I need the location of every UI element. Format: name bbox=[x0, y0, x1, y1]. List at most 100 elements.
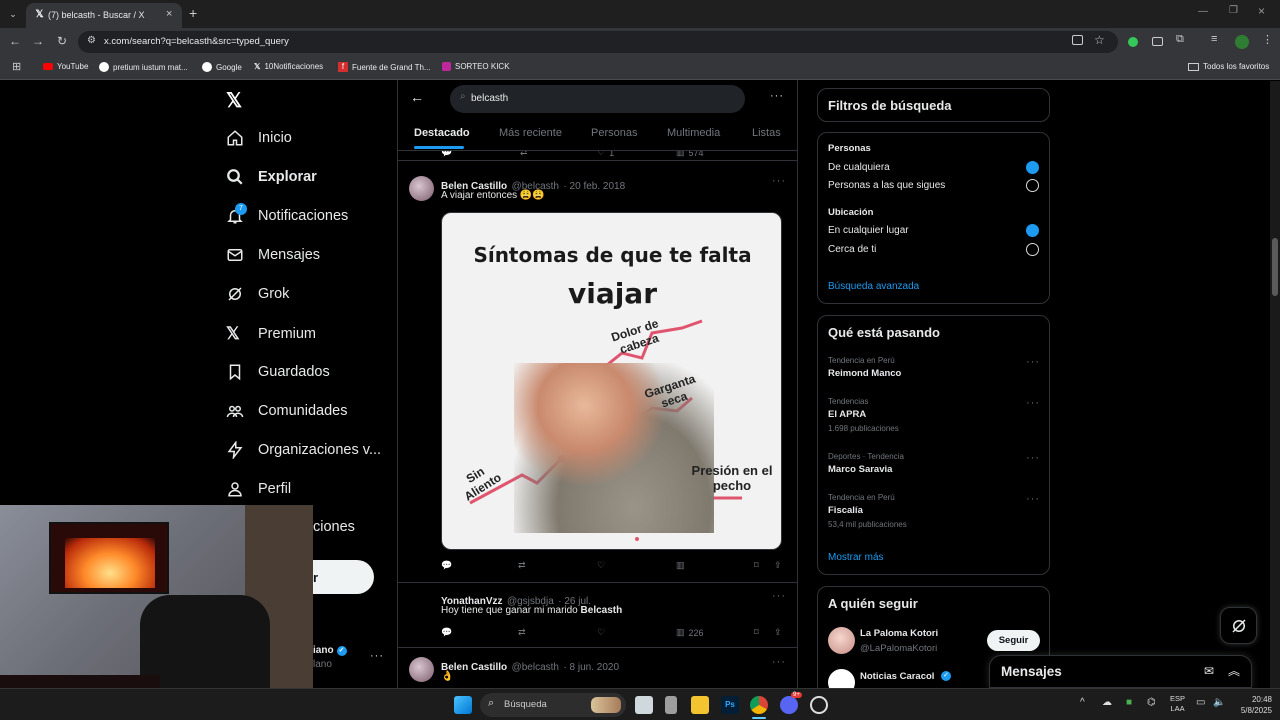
like-button[interactable]: ♡ bbox=[597, 627, 605, 638]
bookmark-fuente[interactable]: f Fuente de Grand Th... bbox=[338, 62, 431, 72]
tweet-more-icon[interactable]: ··· bbox=[772, 175, 786, 187]
views-button[interactable]: ▥ 226 bbox=[676, 627, 704, 638]
nav-communities[interactable]: Comunidades bbox=[226, 402, 347, 420]
like-button[interactable]: ♡ 1 bbox=[597, 151, 614, 158]
profile-avatar-icon[interactable] bbox=[1235, 35, 1249, 49]
nav-bookmarks[interactable]: Guardados bbox=[226, 363, 330, 381]
search-more-icon[interactable]: ··· bbox=[770, 90, 784, 102]
new-message-icon[interactable]: ✉ bbox=[1204, 664, 1214, 678]
bookmark-button[interactable]: ⌑ bbox=[754, 560, 759, 571]
repost-button[interactable]: ⇄ bbox=[518, 627, 526, 638]
nav-premium[interactable]: 𝕏 Premium bbox=[226, 324, 316, 344]
page-scrollbar[interactable] bbox=[1270, 81, 1280, 688]
expand-icon[interactable]: ︽ bbox=[1228, 662, 1240, 679]
install-icon[interactable] bbox=[1072, 35, 1083, 45]
tab-close-icon[interactable]: × bbox=[166, 8, 172, 20]
volume-icon[interactable]: 🔈 bbox=[1213, 697, 1225, 708]
back-arrow-icon[interactable]: ← bbox=[410, 89, 424, 105]
grok-floating-button[interactable] bbox=[1220, 607, 1257, 644]
search-box[interactable]: ⌕ belcasth bbox=[450, 85, 745, 113]
task-view-icon[interactable] bbox=[635, 696, 653, 714]
app-icon[interactable] bbox=[810, 696, 828, 714]
scrollbar-thumb[interactable] bbox=[1272, 238, 1278, 296]
author-handle[interactable]: @belcasth bbox=[512, 662, 559, 673]
show-more-link[interactable]: Mostrar más bbox=[828, 552, 884, 563]
maximize-button[interactable]: ❐ bbox=[1229, 5, 1238, 16]
account-menu-icon[interactable]: ··· bbox=[370, 650, 384, 662]
url-field[interactable]: ⚙ x.com/search?q=belcasth&src=typed_quer… bbox=[78, 31, 1118, 53]
network-icon[interactable]: ⌬ bbox=[1147, 697, 1156, 708]
account-name[interactable]: La Paloma Kotori bbox=[860, 628, 938, 639]
language-indicator[interactable]: ESP LAA bbox=[1170, 694, 1185, 714]
tweet-date[interactable]: · 20 feb. 2018 bbox=[563, 181, 625, 192]
avatar[interactable] bbox=[409, 657, 434, 682]
radio-anywhere[interactable] bbox=[1026, 224, 1039, 237]
onedrive-icon[interactable]: ☁ bbox=[1102, 697, 1112, 708]
tab-featured[interactable]: Destacado bbox=[414, 127, 470, 139]
reply-button[interactable]: 💬 bbox=[441, 560, 452, 571]
trend-item[interactable]: Tendencia en Perú Fiscalía 53,4 mil publ… bbox=[828, 493, 1043, 529]
bookmark-pretium[interactable]: pretium iustum mat... bbox=[99, 62, 188, 72]
repost-button[interactable]: ⇄ bbox=[518, 560, 526, 571]
tab-people[interactable]: Personas bbox=[591, 127, 637, 139]
advanced-search-link[interactable]: Búsqueda avanzada bbox=[828, 281, 919, 292]
site-info-icon[interactable]: ⚙ bbox=[87, 35, 96, 46]
nav-home[interactable]: Inicio bbox=[226, 129, 292, 147]
menu-icon[interactable]: ⋮ bbox=[1262, 33, 1273, 46]
trend-more-icon[interactable]: ··· bbox=[1026, 493, 1040, 505]
nav-organizations[interactable]: Organizaciones v... bbox=[226, 441, 381, 459]
radio-following[interactable] bbox=[1026, 179, 1039, 192]
trend-more-icon[interactable]: ··· bbox=[1026, 452, 1040, 464]
taskbar-search[interactable]: ⌕ Búsqueda bbox=[480, 693, 626, 717]
tweet-more-icon[interactable]: ··· bbox=[772, 656, 786, 668]
share-button[interactable]: ⇪ bbox=[774, 627, 782, 638]
views-button[interactable]: ▥ 574 bbox=[676, 151, 704, 158]
avatar[interactable] bbox=[409, 176, 434, 201]
bookmark-sorteo[interactable]: SORTEO KICK bbox=[442, 62, 510, 71]
reply-icon[interactable]: 💬 bbox=[441, 151, 452, 158]
chrome-icon[interactable] bbox=[750, 696, 768, 714]
nav-notifications[interactable]: 7 Notificaciones bbox=[226, 203, 348, 225]
bookmark-button[interactable]: ⌑ bbox=[754, 627, 759, 638]
avatar[interactable] bbox=[828, 627, 855, 654]
tray-expand-icon[interactable]: ^ bbox=[1080, 697, 1085, 708]
reload-icon[interactable]: ↻ bbox=[57, 34, 67, 48]
bookmark-youtube[interactable]: YouTube bbox=[43, 62, 88, 71]
follow-button[interactable]: Seguir bbox=[987, 630, 1040, 651]
account-name[interactable]: Noticias Caracol bbox=[860, 671, 934, 682]
windows-start-icon[interactable] bbox=[454, 696, 472, 714]
close-window-button[interactable]: × bbox=[1258, 4, 1265, 18]
nav-explore[interactable]: Explorar bbox=[226, 168, 317, 186]
extension-icon[interactable] bbox=[1152, 37, 1163, 46]
tweet-image[interactable]: Síntomas de que te falta viajar Dolor de… bbox=[441, 212, 782, 550]
nav-messages[interactable]: Mensajes bbox=[226, 246, 320, 264]
photoshop-icon[interactable]: Ps bbox=[721, 696, 739, 714]
option-near-you[interactable]: Cerca de ti bbox=[828, 244, 876, 255]
tab-lists[interactable]: Listas bbox=[752, 127, 781, 139]
bookmark-notifications[interactable]: 𝕏 10Notificaciones bbox=[254, 62, 323, 71]
repost-icon[interactable]: ⇄ bbox=[520, 151, 528, 158]
tweet-date[interactable]: · 8 jun. 2020 bbox=[563, 662, 619, 673]
new-tab-button[interactable]: + bbox=[189, 5, 197, 21]
puzzle-icon[interactable]: ⧉ bbox=[1176, 33, 1184, 46]
share-button[interactable]: ⇪ bbox=[774, 560, 782, 571]
option-anywhere[interactable]: En cualquier lugar bbox=[828, 225, 909, 236]
defender-icon[interactable]: ■ bbox=[1126, 697, 1132, 708]
trend-item[interactable]: Deportes · Tendencia Marco Saravia bbox=[828, 452, 1043, 475]
clock[interactable]: 20:48 5/8/2025 bbox=[1228, 694, 1272, 716]
trend-more-icon[interactable]: ··· bbox=[1026, 397, 1040, 409]
account-name-fragment[interactable]: iano ✓ bbox=[313, 645, 347, 656]
tweet-more-icon[interactable]: ··· bbox=[772, 590, 786, 602]
app-icon[interactable] bbox=[665, 696, 677, 714]
all-bookmarks[interactable]: Todos los favoritos bbox=[1188, 62, 1269, 71]
extension-green-icon[interactable] bbox=[1128, 37, 1138, 47]
apps-icon[interactable]: ⊞ bbox=[12, 60, 21, 73]
tab-search-icon[interactable]: ⌄ bbox=[6, 7, 20, 21]
radio-anyone[interactable] bbox=[1026, 161, 1039, 174]
forward-icon[interactable]: → bbox=[32, 34, 44, 48]
post-button[interactable]: r bbox=[313, 560, 374, 594]
option-anyone[interactable]: De cualquiera bbox=[828, 162, 890, 173]
nav-grok[interactable]: Grok bbox=[226, 285, 289, 303]
messages-drawer[interactable]: Mensajes ✉ ︽ bbox=[989, 655, 1252, 688]
file-explorer-icon[interactable] bbox=[691, 696, 709, 714]
